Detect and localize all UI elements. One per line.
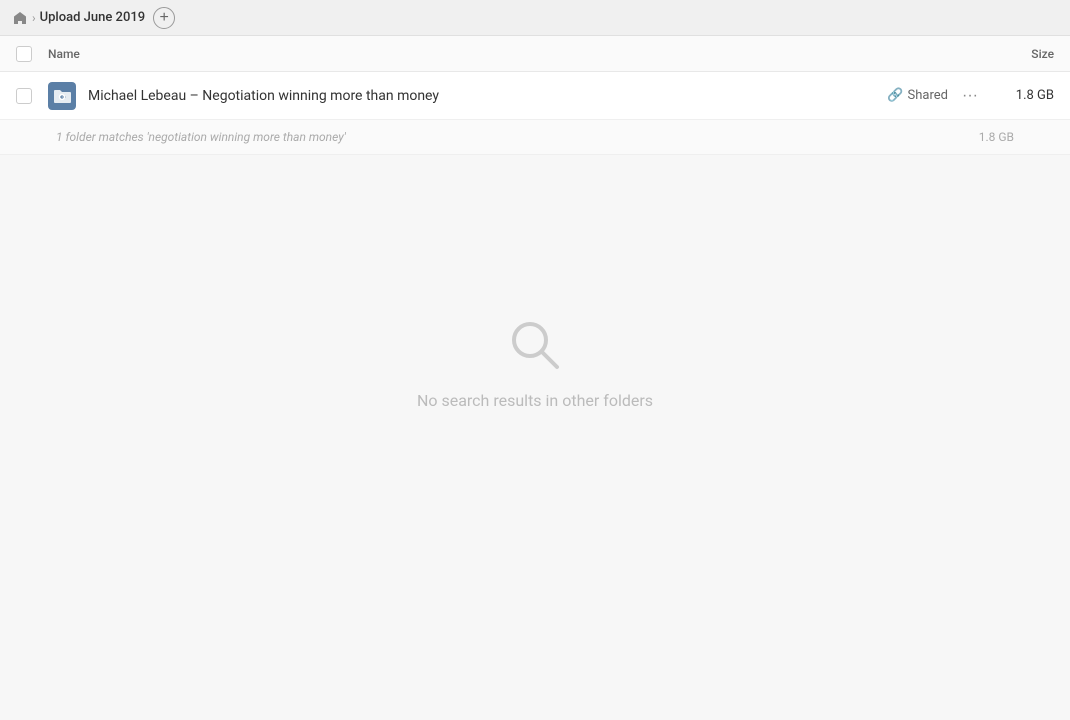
file-size: 1.8 GB (984, 88, 1054, 103)
more-options-button[interactable]: ··· (956, 85, 984, 107)
no-results-text: No search results in other folders (417, 391, 653, 410)
select-all-checkbox-col (16, 46, 48, 62)
file-actions: 🔗 Shared ··· (887, 85, 984, 107)
size-column-header: Size (984, 47, 1054, 61)
home-icon (12, 10, 28, 26)
folder-icon-svg (53, 88, 71, 104)
link-icon: 🔗 (887, 88, 903, 103)
file-name: Michael Lebeau – Negotiation winning mor… (80, 88, 887, 104)
file-row[interactable]: Michael Lebeau – Negotiation winning mor… (0, 72, 1070, 120)
shared-label: Shared (908, 88, 948, 103)
home-button[interactable] (12, 10, 28, 26)
add-button[interactable]: + (153, 7, 175, 29)
breadcrumb-title: Upload June 2019 (40, 10, 146, 25)
no-results-section: No search results in other folders (0, 155, 1070, 410)
folder-link-icon (48, 82, 76, 110)
match-text: 1 folder matches 'negotiation winning mo… (56, 130, 944, 144)
select-all-checkbox[interactable] (16, 46, 32, 62)
shared-badge: 🔗 Shared (887, 88, 948, 103)
search-icon (505, 315, 565, 375)
breadcrumb-chevron: › (32, 11, 36, 25)
file-icon-wrap (48, 82, 80, 110)
match-size: 1.8 GB (944, 130, 1014, 144)
row-checkbox-col (16, 88, 48, 104)
row-checkbox[interactable] (16, 88, 32, 104)
breadcrumb-bar: › Upload June 2019 + (0, 0, 1070, 36)
match-row: 1 folder matches 'negotiation winning mo… (0, 120, 1070, 155)
name-column-header: Name (48, 47, 984, 61)
table-header: Name Size (0, 36, 1070, 72)
